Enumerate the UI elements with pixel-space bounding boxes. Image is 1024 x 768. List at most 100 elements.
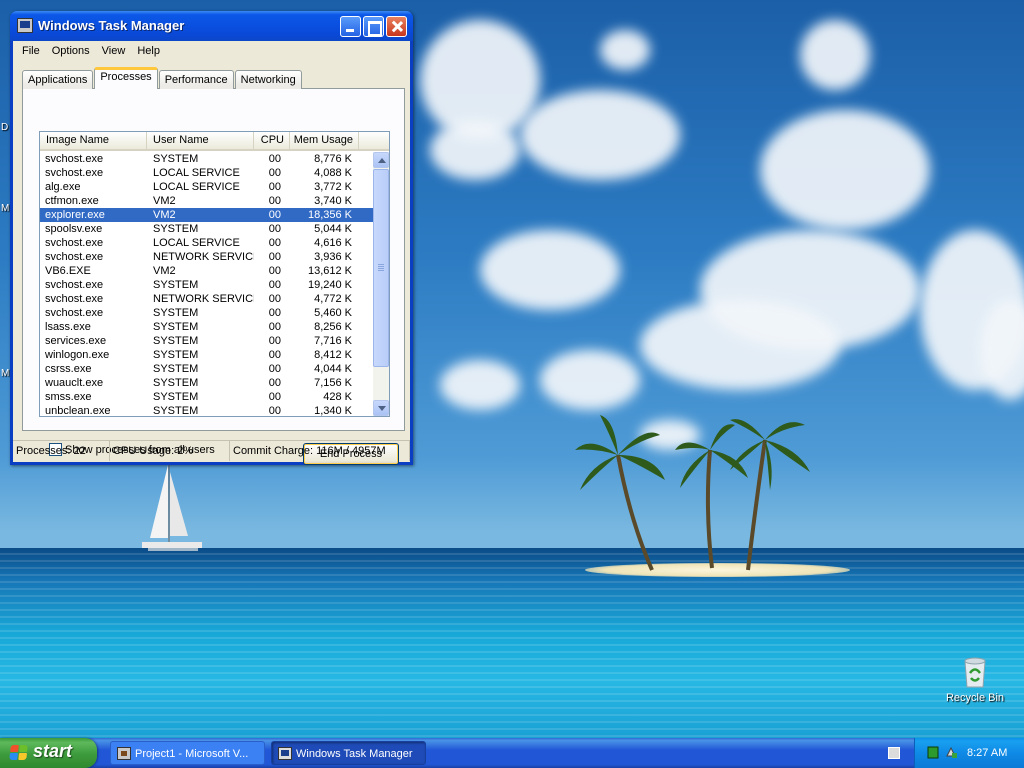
process-row[interactable]: svchost.exe SYSTEM 00 19,240 K bbox=[40, 278, 373, 292]
task-manager-app-icon[interactable] bbox=[17, 18, 33, 33]
maximize-button[interactable] bbox=[363, 16, 384, 37]
sailboat-image bbox=[142, 463, 202, 551]
process-image-name: spoolsv.exe bbox=[45, 223, 103, 235]
process-row[interactable]: spoolsv.exe SYSTEM 00 5,044 K bbox=[40, 222, 373, 236]
process-mem-usage: 7,156 K bbox=[314, 377, 352, 389]
scroll-thumb[interactable] bbox=[373, 169, 389, 367]
start-button[interactable]: start bbox=[0, 738, 97, 768]
process-row[interactable]: alg.exe LOCAL SERVICE 00 3,772 K bbox=[40, 180, 373, 194]
process-row[interactable]: smss.exe SYSTEM 00 428 K bbox=[40, 390, 373, 404]
process-image-name: svchost.exe bbox=[45, 153, 104, 165]
scroll-up-button[interactable] bbox=[373, 152, 389, 168]
process-mem-usage: 1,340 K bbox=[314, 405, 352, 417]
desktop-icon-label-fragment: D bbox=[1, 122, 9, 133]
process-row[interactable]: svchost.exe LOCAL SERVICE 00 4,616 K bbox=[40, 236, 373, 250]
process-image-name: unbclean.exe bbox=[45, 405, 111, 417]
process-row[interactable]: wuauclt.exe SYSTEM 00 7,156 K bbox=[40, 376, 373, 390]
tab-networking[interactable]: Networking bbox=[234, 70, 302, 89]
title-bar[interactable]: Windows Task Manager bbox=[10, 11, 413, 41]
process-mem-usage: 13,612 K bbox=[307, 265, 352, 277]
desktop-icon-label-fragment: M bbox=[1, 203, 10, 214]
process-row[interactable]: VB6.EXE VM2 00 13,612 K bbox=[40, 264, 373, 278]
process-user-name: VM2 bbox=[153, 209, 176, 221]
process-row[interactable]: services.exe SYSTEM 00 7,716 K bbox=[40, 334, 373, 348]
process-row[interactable]: svchost.exe SYSTEM 00 8,776 K bbox=[40, 152, 373, 166]
process-user-name: SYSTEM bbox=[153, 223, 199, 235]
process-row[interactable]: csrss.exe SYSTEM 00 4,044 K bbox=[40, 362, 373, 376]
clock[interactable]: 8:27 AM bbox=[967, 738, 1007, 768]
process-row[interactable]: ctfmon.exe VM2 00 3,740 K bbox=[40, 194, 373, 208]
process-mem-usage: 5,044 K bbox=[314, 223, 352, 235]
process-cpu: 00 bbox=[268, 363, 281, 375]
palm-trees-image bbox=[575, 415, 810, 571]
process-mem-usage: 3,936 K bbox=[314, 251, 352, 263]
process-mem-usage: 8,256 K bbox=[314, 321, 352, 333]
process-cpu: 00 bbox=[268, 405, 281, 417]
tab-processes[interactable]: Processes bbox=[94, 67, 158, 89]
column-header-user-name[interactable]: User Name bbox=[147, 132, 254, 149]
process-row[interactable]: svchost.exe LOCAL SERVICE 00 4,088 K bbox=[40, 166, 373, 180]
process-user-name: SYSTEM bbox=[153, 377, 199, 389]
process-list[interactable]: Image Name User Name CPU Mem Usage svcho… bbox=[39, 131, 390, 417]
system-tray: 8:27 AM bbox=[914, 738, 1024, 768]
process-cpu: 00 bbox=[268, 237, 281, 249]
process-list-body: svchost.exe SYSTEM 00 8,776 K svchost.exe LOC… bbox=[40, 152, 373, 417]
process-cpu: 00 bbox=[268, 279, 281, 291]
process-row[interactable]: unbclean.exe SYSTEM 00 1,340 K bbox=[40, 404, 373, 417]
keyboard-icon[interactable] bbox=[888, 747, 900, 759]
process-row[interactable]: svchost.exe NETWORK SERVICE 00 4,772 K bbox=[40, 292, 373, 306]
process-cpu: 00 bbox=[268, 321, 281, 333]
taskbar-button-project1[interactable]: Project1 - Microsoft V... bbox=[110, 741, 265, 765]
window-client-area: File Options View Help Image Name User N… bbox=[13, 41, 410, 465]
scroll-down-button[interactable] bbox=[373, 400, 389, 416]
close-button[interactable] bbox=[386, 16, 407, 37]
column-header-image-name[interactable]: Image Name bbox=[40, 132, 147, 149]
process-user-name: LOCAL SERVICE bbox=[153, 237, 240, 249]
process-user-name: SYSTEM bbox=[153, 321, 199, 333]
process-cpu: 00 bbox=[268, 153, 281, 165]
process-image-name: explorer.exe bbox=[45, 209, 105, 221]
tab-applications[interactable]: Applications bbox=[22, 70, 94, 89]
process-mem-usage: 5,460 K bbox=[314, 307, 352, 319]
process-row[interactable]: svchost.exe SYSTEM 00 5,460 K bbox=[40, 306, 373, 320]
process-user-name: LOCAL SERVICE bbox=[153, 167, 240, 179]
network-icon[interactable] bbox=[927, 746, 939, 759]
process-user-name: SYSTEM bbox=[153, 307, 199, 319]
menu-options[interactable]: Options bbox=[46, 43, 96, 59]
process-cpu: 00 bbox=[268, 377, 281, 389]
menu-file[interactable]: File bbox=[16, 43, 46, 59]
status-commit-charge: Commit Charge: 116M / 4957M bbox=[230, 441, 410, 461]
desktop-icon-label-fragment: M bbox=[1, 368, 10, 379]
process-row[interactable]: winlogon.exe SYSTEM 00 8,412 K bbox=[40, 348, 373, 362]
process-user-name: SYSTEM bbox=[153, 335, 199, 347]
process-row[interactable]: lsass.exe SYSTEM 00 8,256 K bbox=[40, 320, 373, 334]
process-user-name: SYSTEM bbox=[153, 349, 199, 361]
process-image-name: csrss.exe bbox=[45, 363, 92, 375]
process-image-name: svchost.exe bbox=[45, 237, 104, 249]
process-user-name: SYSTEM bbox=[153, 279, 199, 291]
process-cpu: 00 bbox=[268, 209, 281, 221]
minimize-button[interactable] bbox=[340, 16, 361, 37]
process-cpu: 00 bbox=[268, 181, 281, 193]
processes-tab-panel: Image Name User Name CPU Mem Usage svcho… bbox=[22, 88, 405, 465]
recycle-bin-shortcut[interactable]: Recycle Bin bbox=[940, 655, 1010, 704]
process-mem-usage: 3,772 K bbox=[314, 181, 352, 193]
status-cpu-usage: CPU Usage: 2% bbox=[110, 441, 230, 461]
process-image-name: svchost.exe bbox=[45, 279, 104, 291]
recycle-bin-icon bbox=[959, 655, 991, 689]
taskbar-button-task-manager[interactable]: Windows Task Manager bbox=[271, 741, 426, 765]
process-row[interactable]: svchost.exe NETWORK SERVICE 00 3,936 K bbox=[40, 250, 373, 264]
safely-remove-hardware-icon[interactable] bbox=[945, 746, 957, 759]
process-mem-usage: 8,412 K bbox=[314, 349, 352, 361]
menu-view[interactable]: View bbox=[96, 43, 132, 59]
menu-help[interactable]: Help bbox=[131, 43, 166, 59]
tab-performance[interactable]: Performance bbox=[158, 70, 234, 89]
column-header-cpu[interactable]: CPU bbox=[254, 132, 290, 149]
column-header-mem-usage[interactable]: Mem Usage bbox=[290, 132, 359, 149]
process-mem-usage: 4,044 K bbox=[314, 363, 352, 375]
process-row[interactable]: explorer.exe VM2 00 18,356 K bbox=[40, 208, 373, 222]
process-mem-usage: 8,776 K bbox=[314, 153, 352, 165]
process-user-name: VM2 bbox=[153, 195, 176, 207]
vertical-scrollbar[interactable] bbox=[373, 152, 389, 416]
process-user-name: NETWORK SERVICE bbox=[153, 293, 254, 305]
